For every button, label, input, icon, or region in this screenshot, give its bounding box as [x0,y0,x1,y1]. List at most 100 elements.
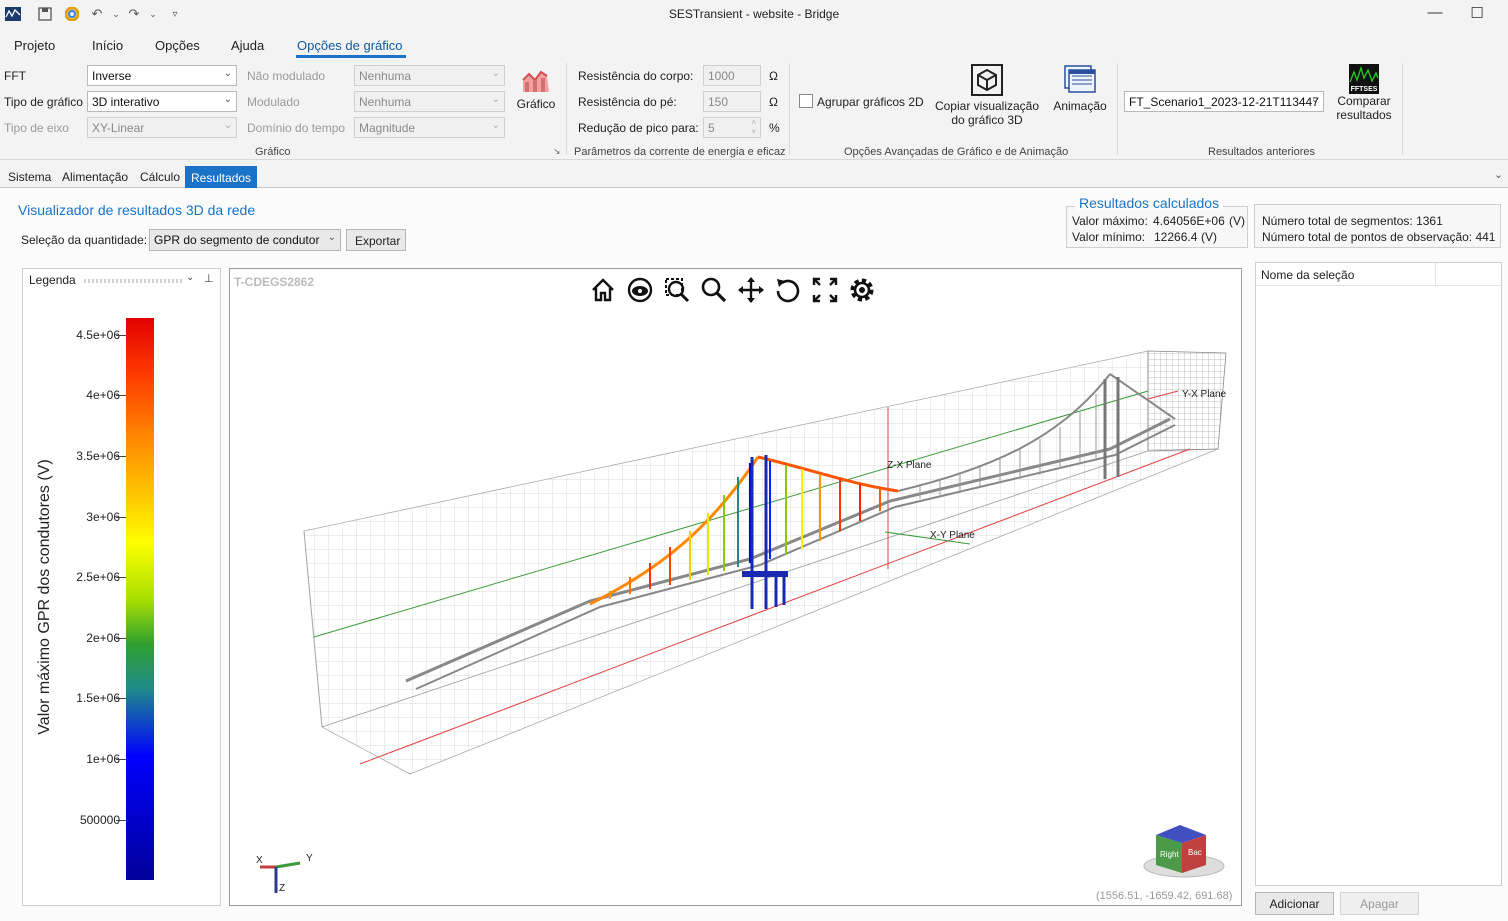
group-launcher-icon[interactable]: ↘ [553,146,561,157]
settings-icon[interactable] [848,276,876,304]
tab-resultados[interactable]: Resultados [185,166,258,188]
agrupar-checkbox[interactable] [799,94,813,108]
cube-back-label: Bac [1188,848,1202,857]
points-text: Número total de pontos de observação: 44… [1262,230,1496,244]
bridge-3d-scene: T-CDEGS2862 Y-X Plane Z-X Plane X-Y Plan… [234,275,1232,902]
menu-ajuda[interactable]: Ajuda [231,38,264,53]
quantity-label: Seleção da quantidade: [21,233,148,247]
pan-icon[interactable] [737,276,765,304]
axis-z-label: Z [279,883,285,894]
axis-y-label: Y [306,853,313,864]
min-value: 12266.4 [1154,230,1198,244]
zoom-box-icon[interactable] [663,276,691,304]
dominio-tempo-label: Domínio do tempo [247,121,346,135]
scenario-combo[interactable]: FT_Scenario1_2023-12-21T113447 ⌄ [1124,91,1324,112]
zx-plane-label: Z-X Plane [887,460,932,471]
legend-tick-mark [116,698,126,699]
grafico-group-label: Gráfico [255,146,291,158]
menu-projeto[interactable]: Projeto [14,38,55,53]
legend-tick-mark [116,638,126,639]
view-cube[interactable]: Right Bac [1143,825,1225,878]
add-button[interactable]: Adicionar [1255,892,1334,915]
legend-title: Legenda [29,273,76,287]
quantity-select[interactable]: GPR do segmento de condutor ⌄ [149,229,341,251]
dominio-tempo-combo[interactable]: Magnitude ⌄ [354,117,505,138]
comparar-label-2: resultados [1336,108,1392,122]
home-icon[interactable] [589,276,617,304]
calc-results-title: Resultados calculados [1075,195,1224,211]
fft-label: FFT [4,69,26,83]
tabs-overflow-chevron-icon[interactable]: ⌄ [1494,168,1503,181]
pe-unit: Ω [769,95,778,109]
nao-modulado-label: Não modulado [247,69,326,83]
legend-tick-mark [116,456,126,457]
chart-icon [522,70,549,92]
legend-tick-label: 2e+06 [86,631,120,645]
minimize-button[interactable]: — [1420,4,1450,24]
tab-alimentacao[interactable]: Alimentação [62,170,128,184]
maximize-button[interactable]: ☐ [1462,4,1492,24]
grafico-button-label: Gráfico [516,97,556,111]
tab-calculo[interactable]: Cálculo [140,170,180,184]
menu-opcoes[interactable]: Opções [155,38,200,53]
xy-plane-label: X-Y Plane [930,530,975,541]
max-value: 4.64056E+06 [1153,214,1225,228]
animacao-button[interactable]: Animação [1048,64,1112,113]
legend-tick-mark [116,335,126,336]
tipo-eixo-label: Tipo de eixo [4,121,69,135]
export-button[interactable]: Exportar [346,229,406,251]
resistencia-corpo-label: Resistência do corpo: [578,69,694,83]
legend-tick-label: 4.5e+06 [76,328,120,342]
legend-pin-icon[interactable]: ⊥ [204,272,214,285]
menu-inicio[interactable]: Início [92,38,123,53]
group-separator [1402,63,1403,155]
stepper-arrows-icon[interactable]: ˄ ˅ [751,118,756,136]
resistencia-corpo-input[interactable]: 1000 [703,65,761,86]
axis-x-label: X [256,855,263,866]
fftses-label: FFTSES [1350,86,1378,93]
reducao-pico-stepper[interactable]: 5 ˄ ˅ [703,117,761,138]
selection-list[interactable] [1255,262,1502,886]
zoom-icon[interactable] [700,276,728,304]
rotate-icon[interactable] [774,276,802,304]
pico-unit: % [769,121,780,135]
modulado-label: Modulado [247,95,300,109]
resistencia-pe-input[interactable]: 150 [703,91,761,112]
min-unit: (V) [1201,230,1217,244]
delete-button[interactable]: Apagar [1340,892,1419,915]
selection-column-header[interactable]: Nome da seleção [1261,268,1354,282]
copiar-visualizacao-button[interactable]: Copiar visualização do gráfico 3D [932,64,1042,127]
tab-sistema[interactable]: Sistema [8,170,51,184]
group-separator [1117,63,1118,155]
tipo-grafico-combo[interactable]: 3D interativo ⌄ [87,91,237,112]
reducao-pico-label: Redução de pico para: [578,121,699,135]
min-label: Valor mínimo: [1072,230,1146,244]
window-title: SESTransient - website - Bridge [668,7,840,21]
nao-modulado-combo[interactable]: Nenhuma ⌄ [354,65,505,86]
legend-tick-label: 2.5e+06 [76,570,120,584]
group-separator [566,63,567,155]
fft-combo[interactable]: Inverse ⌄ [87,65,237,86]
fullscreen-icon[interactable] [811,276,839,304]
tipo-grafico-label: Tipo de gráfico [4,95,83,109]
copiar-label-1: Copiar visualização [934,99,1040,113]
plot-3d-viewport[interactable]: T-CDEGS2862 Y-X Plane Z-X Plane X-Y Plan… [229,268,1242,906]
legend-tick-mark [116,577,126,578]
viewer-title: Visualizador de resultados 3D da rede [18,202,256,218]
menu-opcoes-de-grafico[interactable]: Opções de gráfico [297,38,403,53]
legend-tick-mark [116,820,126,821]
grafico-button[interactable]: Gráfico [513,66,559,111]
parametros-group-label: Parâmetros da corrente de energia e efic… [574,146,786,158]
comparar-resultados-button[interactable]: FFTSES Comparar resultados [1330,64,1398,122]
eye-icon[interactable] [626,276,654,304]
title-bar: ↶ ⌄ ↷ ⌄ ▿ SESTransient - website - Bridg… [0,0,1508,30]
corpo-unit: Ω [769,69,778,83]
cube-copy-icon [971,64,1003,96]
modulado-combo[interactable]: Nenhuma ⌄ [354,91,505,112]
legend-tick-label: 500000 [79,813,120,827]
tipo-eixo-combo[interactable]: XY-Linear ⌄ [87,117,237,138]
legend-grip[interactable] [84,279,182,283]
max-label: Valor máximo: [1072,214,1148,228]
legend-dropdown-chevron-icon[interactable]: ⌄ [186,272,194,283]
column-divider [1435,263,1436,286]
